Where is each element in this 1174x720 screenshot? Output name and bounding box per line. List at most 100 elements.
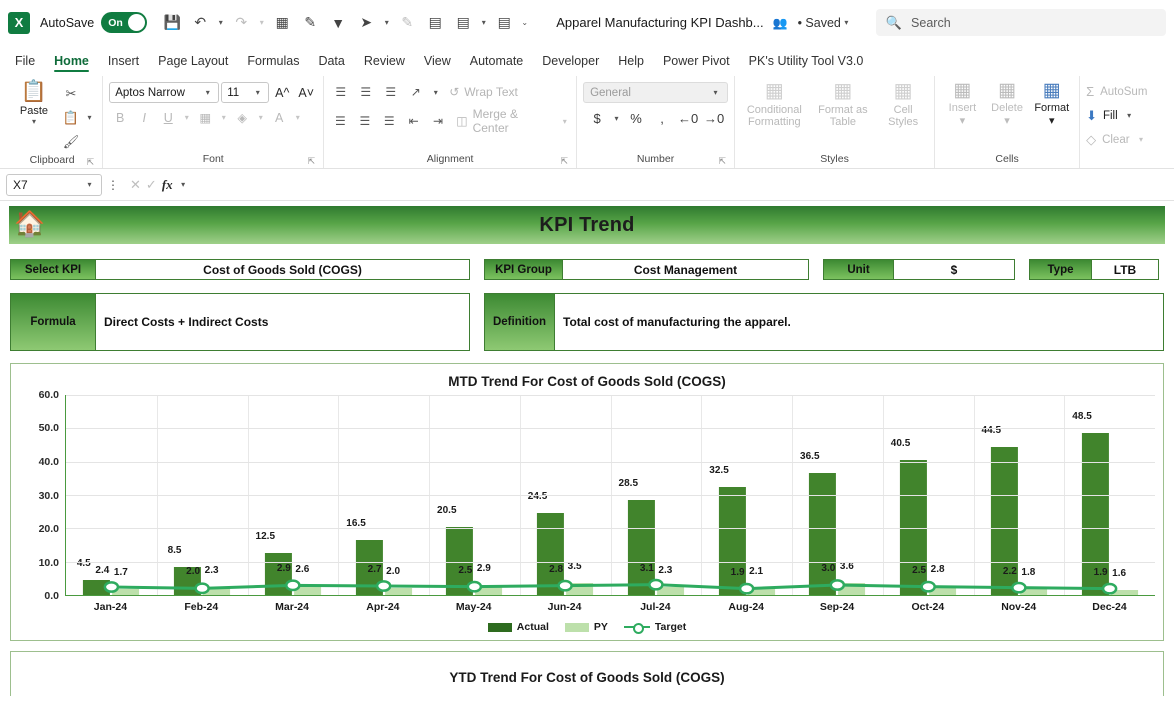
bar-py[interactable] [1110,589,1138,595]
copy-dropdown-icon[interactable]: ▾ [84,113,95,122]
align-middle-icon[interactable]: ☰ [355,82,376,102]
enter-icon[interactable]: ✓ [146,177,157,193]
underline-button[interactable]: U [157,107,179,128]
bar-actual[interactable] [83,580,111,595]
cancel-icon[interactable]: ✕ [130,177,141,193]
increase-indent-icon[interactable]: ⇥ [428,111,448,131]
fill-color-icon[interactable]: ◈ [231,107,253,128]
undo-dropdown-icon[interactable]: ▾ [215,18,226,27]
filter-icon[interactable]: ▼ [325,10,351,36]
calculate-now-icon[interactable]: ▤ [491,10,517,36]
tab-power-pivot[interactable]: Power Pivot [654,51,739,73]
tab-data[interactable]: Data [309,51,353,73]
formula-dropdown-icon[interactable]: ▾ [178,180,189,189]
orientation-dropdown-icon[interactable]: ▾ [430,88,441,97]
wrap-text-button[interactable]: ↺ Wrap Text [445,85,518,99]
redo-dropdown-icon[interactable]: ▾ [256,18,267,27]
bar-py[interactable] [566,583,594,595]
align-right-icon[interactable]: ☰ [379,111,399,131]
bar-py[interactable] [203,587,231,595]
format-as-table-button[interactable]: ▦ Format as Table [810,80,877,128]
bar-py[interactable] [747,588,775,595]
bar-actual[interactable] [809,473,837,595]
legend-item-actual[interactable]: Actual [487,621,549,633]
number-format-select[interactable]: General ▾ [583,82,729,103]
autosum-button[interactable]: Σ AutoSum [1086,81,1147,102]
share-icon[interactable]: ➤ [353,10,379,36]
decrease-font-size-icon[interactable]: A˅ [295,82,317,103]
search-input[interactable]: 🔍 Search [875,9,1166,36]
copy-icon[interactable]: 📋 [60,107,82,128]
tab-insert[interactable]: Insert [99,51,148,73]
bar-py[interactable] [656,587,684,595]
bar-py[interactable] [838,583,866,595]
fill-dropdown-icon[interactable]: ▾ [1124,111,1135,120]
tab-view[interactable]: View [415,51,460,73]
align-bottom-icon[interactable]: ☰ [380,82,401,102]
undo-icon[interactable]: ↶ [187,10,213,36]
bar-py[interactable] [112,589,140,595]
bold-button[interactable]: B [109,107,131,128]
form-icon[interactable]: ▤ [422,10,448,36]
tab-file[interactable]: File [6,51,44,73]
orientation-icon[interactable]: ↗ [405,82,426,102]
bar-actual[interactable] [718,486,746,595]
tab-formulas[interactable]: Formulas [238,51,308,73]
underline-dropdown-icon[interactable]: ▾ [181,113,192,122]
font-color-dropdown-icon[interactable]: ▾ [292,113,303,122]
autosave-toggle[interactable]: On [101,12,148,33]
merge-center-button[interactable]: ◫ Merge & Center ▾ [452,107,570,135]
bar-actual[interactable] [537,513,565,595]
italic-button[interactable]: I [133,107,155,128]
currency-format-icon[interactable]: $ [585,108,609,129]
calculator-icon[interactable]: ▤ [450,10,476,36]
font-name-select[interactable]: Aptos Narrow ▾ [109,82,220,103]
redo-icon[interactable]: ↷ [228,10,254,36]
align-left-icon[interactable]: ☰ [330,111,350,131]
delete-cells-button[interactable]: ▦ Delete ▾ [986,80,1029,127]
bar-py[interactable] [384,588,412,595]
format-dropdown-icon[interactable]: ▾ [1049,114,1055,127]
currency-dropdown-icon[interactable]: ▾ [611,114,622,123]
paste-button[interactable]: 📋 Paste ▾ [8,80,60,126]
align-center-icon[interactable]: ☰ [355,111,375,131]
delete-dropdown-icon[interactable]: ▾ [1004,114,1010,127]
select-kpi-field[interactable]: Select KPI Cost of Goods Sold (COGS) [10,259,470,280]
formula-input[interactable] [198,173,1168,196]
formula-bar-options-icon[interactable]: ⋮ [106,178,120,192]
save-status[interactable]: • Saved [798,16,841,30]
edit-chart-icon[interactable]: ✎ [297,10,323,36]
save-status-dropdown-icon[interactable]: ▾ [841,18,852,27]
document-title[interactable]: Apparel Manufacturing KPI Dashb... [556,15,763,30]
font-size-select[interactable]: 11 ▾ [221,82,270,103]
home-icon[interactable]: 🏠 [14,208,45,240]
paste-dropdown-icon[interactable]: ▾ [32,118,36,126]
tab-automate[interactable]: Automate [461,51,533,73]
tab-pk-utility-tool[interactable]: PK's Utility Tool V3.0 [740,51,873,73]
clipboard-dialog-launcher-icon[interactable]: ⇱ [87,154,95,171]
increase-decimal-icon[interactable]: ←0 [676,108,700,129]
spelling-icon[interactable]: ✎ [394,10,420,36]
insert-cells-button[interactable]: ▦ Insert ▾ [941,80,984,127]
customize-qat-icon[interactable]: ⌄ [519,18,530,27]
insert-dropdown-icon[interactable]: ▾ [960,114,966,127]
decrease-decimal-icon[interactable]: →0 [702,108,726,129]
calculator-dropdown-icon[interactable]: ▾ [478,18,489,27]
share-dropdown-icon[interactable]: ▾ [381,18,392,27]
clear-dropdown-icon[interactable]: ▾ [1136,135,1147,144]
font-color-icon[interactable]: A [268,107,290,128]
bar-py[interactable] [475,585,503,595]
select-kpi-value[interactable]: Cost of Goods Sold (COGS) [96,260,469,279]
table-icon[interactable]: ▦ [269,10,295,36]
decrease-indent-icon[interactable]: ⇤ [403,111,423,131]
cut-icon[interactable]: ✂ [60,83,82,104]
bar-actual[interactable] [627,500,655,595]
legend-item-target[interactable]: Target [623,621,686,634]
borders-dropdown-icon[interactable]: ▾ [218,113,229,122]
alignment-dialog-launcher-icon[interactable]: ⇱ [561,153,569,170]
fill-color-dropdown-icon[interactable]: ▾ [255,113,266,122]
increase-font-size-icon[interactable]: A^ [271,82,293,103]
people-icon[interactable]: 👥 [773,16,788,30]
tab-home[interactable]: Home [45,51,98,73]
font-dialog-launcher-icon[interactable]: ⇱ [308,153,316,170]
